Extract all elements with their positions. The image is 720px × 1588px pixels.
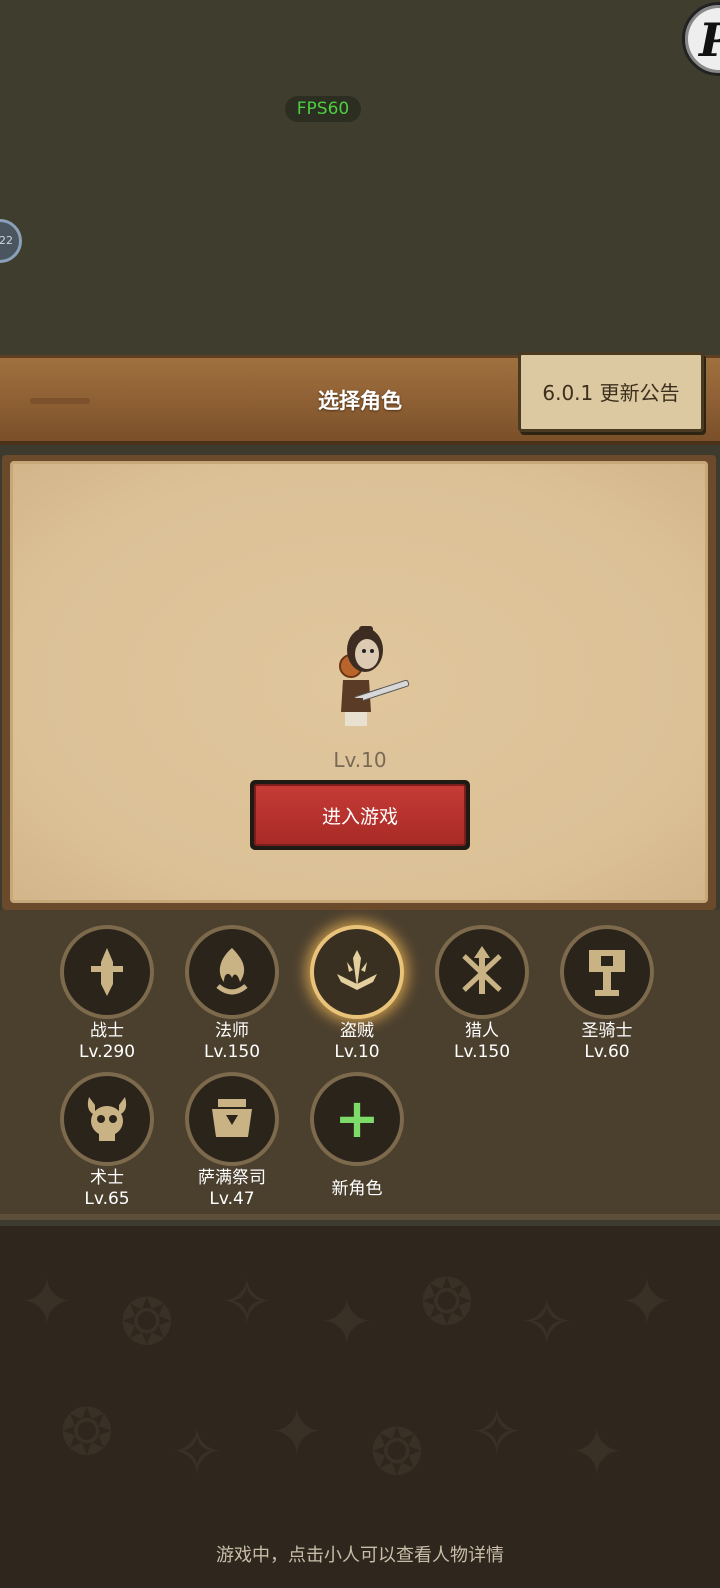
class-level: Lv.65	[84, 1189, 130, 1209]
warlock-skull-icon	[60, 1072, 154, 1166]
class-hunter[interactable]: 猎人 Lv.150	[432, 925, 532, 1063]
class-level: Lv.150	[453, 1042, 511, 1062]
game-viewport	[0, 0, 720, 355]
paladin-hammer-icon	[560, 925, 654, 1019]
decorative-background: ✦ ❂ ✧ ✦ ❂ ✧ ✦ ❂ ✧ ✦ ❂ ✧ ✦	[0, 1226, 720, 1588]
class-level: Lv.47	[209, 1189, 255, 1209]
background-class-glyph: ✦	[570, 1416, 624, 1490]
warrior-sword-icon	[60, 925, 154, 1019]
enter-game-label: 进入游戏	[254, 784, 466, 846]
rogue-daggers-icon	[310, 925, 404, 1019]
class-name: 猎人	[465, 1021, 499, 1041]
side-badge: 22	[0, 234, 13, 247]
background-class-glyph: ✦	[620, 1266, 674, 1340]
class-level: Lv.10	[334, 1042, 380, 1062]
update-notice-button[interactable]: 6.0.1 更新公告	[518, 352, 704, 432]
fps-counter: FPS60	[285, 96, 361, 122]
new-character-button[interactable]: + 新角色	[307, 1072, 407, 1199]
background-class-glyph: ✦	[320, 1286, 374, 1360]
class-name: 圣骑士	[581, 1021, 633, 1041]
background-class-glyph: ✧	[470, 1396, 524, 1470]
footer-tip: 游戏中，点击小人可以查看人物详情	[216, 1545, 504, 1566]
enter-game-button[interactable]: 进入游戏	[250, 780, 470, 850]
background-class-glyph: ❂	[60, 1396, 114, 1470]
background-class-glyph: ❂	[120, 1286, 174, 1360]
class-rogue[interactable]: 盗贼 Lv.10	[307, 925, 407, 1063]
class-paladin[interactable]: 圣骑士 Lv.60	[557, 925, 657, 1063]
class-level: Lv.150	[203, 1042, 261, 1062]
class-name: 战士	[90, 1021, 124, 1041]
background-class-glyph: ✧	[520, 1286, 574, 1360]
new-character-label: 新角色	[331, 1179, 383, 1199]
background-class-glyph: ❂	[370, 1416, 424, 1490]
class-shaman[interactable]: 萨满祭司 Lv.47	[182, 1072, 282, 1210]
class-name: 盗贼	[340, 1021, 374, 1041]
hunter-arrows-icon	[435, 925, 529, 1019]
shaman-totem-icon	[185, 1072, 279, 1166]
update-notice-label: 6.0.1 更新公告	[542, 381, 680, 405]
background-class-glyph: ✧	[220, 1266, 274, 1340]
background-class-glyph: ✦	[20, 1266, 74, 1340]
class-name: 法师	[215, 1021, 249, 1041]
character-sprite[interactable]	[325, 620, 415, 730]
class-name: 萨满祭司	[198, 1168, 266, 1188]
plus-icon: +	[310, 1072, 404, 1166]
class-warrior[interactable]: 战士 Lv.290	[57, 925, 157, 1063]
class-level: Lv.60	[584, 1042, 630, 1062]
background-class-glyph: ❂	[420, 1266, 474, 1340]
background-class-glyph: ✧	[170, 1416, 224, 1490]
class-warlock[interactable]: 术士 Lv.65	[57, 1072, 157, 1210]
mage-flame-icon	[185, 925, 279, 1019]
class-level: Lv.290	[78, 1042, 136, 1062]
class-mage[interactable]: 法师 Lv.150	[182, 925, 282, 1063]
corner-letter: P	[699, 13, 720, 67]
character-level: Lv.10	[333, 748, 387, 772]
class-name: 术士	[90, 1168, 124, 1188]
background-class-glyph: ✦	[270, 1396, 324, 1470]
